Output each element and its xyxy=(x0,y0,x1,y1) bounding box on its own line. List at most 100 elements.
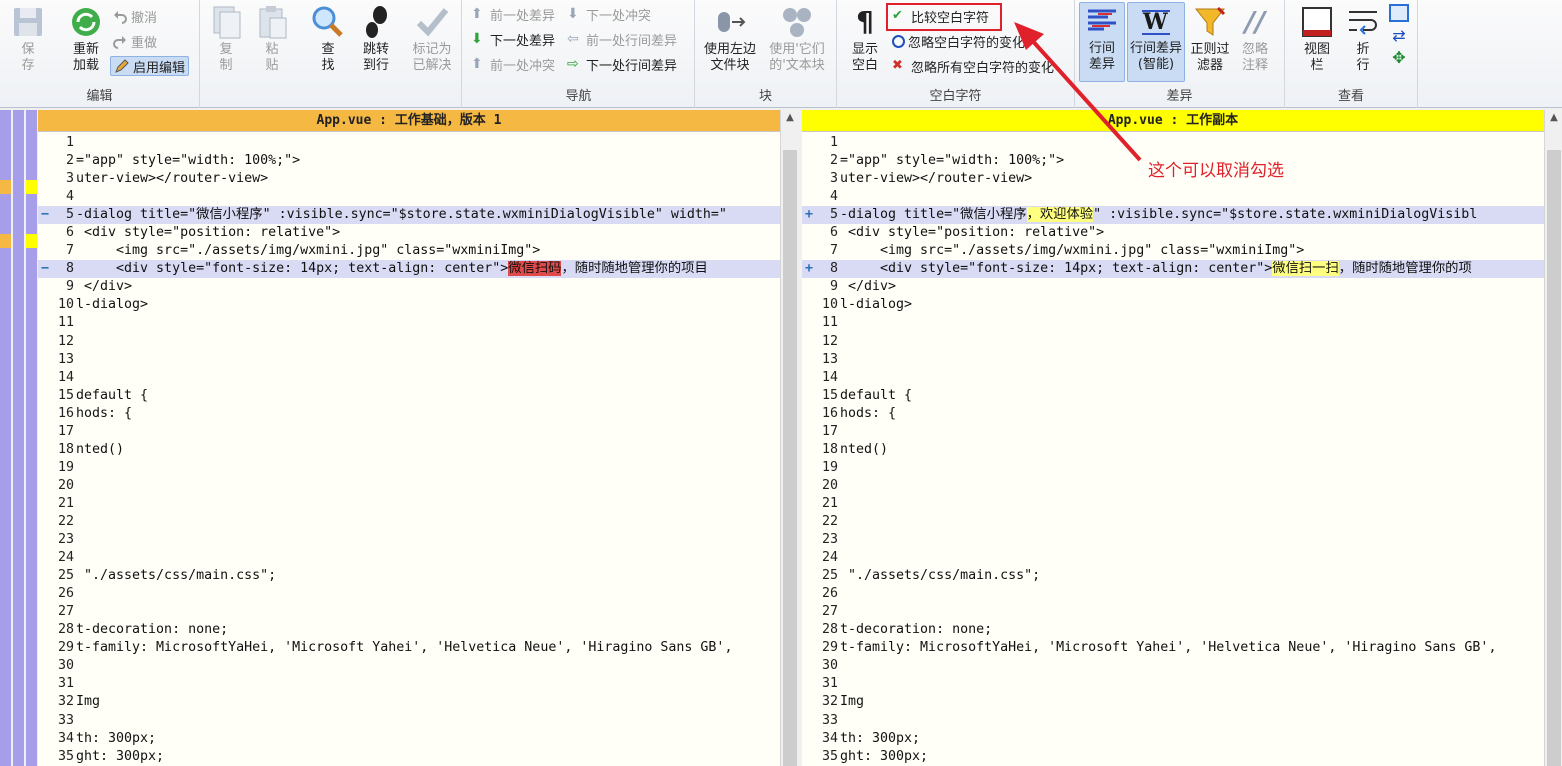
code-line[interactable]: −5 -dialog title="微信小程序" :visible.sync="$… xyxy=(38,206,780,225)
code-line[interactable]: +8 <div style="font-size: 14px; text-ali… xyxy=(802,260,1544,279)
code-line[interactable]: 25 "./assets/css/main.css"; xyxy=(802,567,1544,585)
swap-arrows-icon[interactable]: ⇄ xyxy=(1392,28,1405,44)
code-line[interactable]: 35 ght: 300px; xyxy=(802,748,1544,766)
location-pane-strips[interactable] xyxy=(0,110,38,766)
code-line[interactable]: 14 xyxy=(38,369,780,387)
right-code-area[interactable]: 1 2 ="app" style="width: 100%;"> 3 uter-view… xyxy=(802,134,1544,766)
code-line[interactable]: −8 <div style="font-size: 14px; text-ali… xyxy=(38,260,780,279)
code-line[interactable]: 22 xyxy=(802,513,1544,531)
code-line[interactable]: 16 hods: { xyxy=(38,405,780,423)
code-line[interactable]: 22 xyxy=(38,513,780,531)
view-bar-button[interactable]: 视图栏 xyxy=(1295,4,1339,74)
code-line[interactable]: 28 t-decoration: none; xyxy=(38,621,780,639)
scroll-up-icon[interactable]: ▲ xyxy=(1545,112,1562,123)
code-line[interactable]: 26 xyxy=(38,585,780,603)
code-line[interactable]: 20 xyxy=(38,477,780,495)
ignore-ws-change-option[interactable]: 忽略空白字符的变化 xyxy=(892,31,1025,51)
code-line[interactable]: 21 xyxy=(38,495,780,513)
left-code-area[interactable]: 1 2 ="app" style="width: 100%;"> 3 uter-view… xyxy=(38,134,780,766)
code-line[interactable]: 33 xyxy=(38,712,780,730)
reload-button[interactable]: 重新加载 xyxy=(64,4,108,74)
code-line[interactable]: 12 xyxy=(802,333,1544,351)
left-scrollbar[interactable]: ▲ xyxy=(780,110,798,766)
regex-filter-button[interactable]: 正则过滤器 xyxy=(1187,4,1233,74)
code-line[interactable]: 13 xyxy=(38,351,780,369)
code-line[interactable]: 25 "./assets/css/main.css"; xyxy=(38,567,780,585)
code-line[interactable]: 18 nted() xyxy=(38,441,780,459)
ignore-comments-button[interactable]: // 忽略注释 xyxy=(1235,4,1275,74)
code-line[interactable]: 30 xyxy=(802,657,1544,675)
code-line[interactable]: 30 xyxy=(38,657,780,675)
right-diff-pane[interactable]: App.vue : 工作副本 1 2 ="app" style="width: 10… xyxy=(802,110,1562,766)
code-line[interactable]: 28 t-decoration: none; xyxy=(802,621,1544,639)
code-line[interactable]: 33 xyxy=(802,712,1544,730)
next-conflict-button[interactable]: ⬇ 下一处冲突 xyxy=(567,4,651,24)
left-scroll-thumb[interactable] xyxy=(783,150,797,766)
code-line[interactable]: 1 xyxy=(38,134,780,152)
wrap-button[interactable]: 折行 xyxy=(1343,4,1383,74)
code-line[interactable]: 29 t-family: MicrosoftYaHei, 'Microsoft Y… xyxy=(802,639,1544,657)
code-line[interactable]: 32 Img xyxy=(38,693,780,711)
next-line-diff-button[interactable]: ⇨ 下一处行间差异 xyxy=(567,54,677,74)
code-line[interactable]: 12 xyxy=(38,333,780,351)
code-line[interactable]: 24 xyxy=(38,549,780,567)
code-line[interactable]: 10 l-dialog> xyxy=(38,296,780,314)
code-line[interactable]: 19 xyxy=(802,459,1544,477)
window-icon[interactable] xyxy=(1389,4,1409,22)
code-line[interactable]: 7 <img src="./assets/img/wxmini.jpg" cla… xyxy=(38,242,780,260)
enable-edit-button[interactable]: 启用编辑 xyxy=(110,56,190,76)
code-line[interactable]: 21 xyxy=(802,495,1544,513)
code-line[interactable]: 15 default { xyxy=(802,387,1544,405)
code-line[interactable]: 34 th: 300px; xyxy=(802,730,1544,748)
code-line[interactable]: 29 t-family: MicrosoftYaHei, 'Microsoft Y… xyxy=(38,639,780,657)
use-left-block-button[interactable]: 使用左边文件块 xyxy=(699,4,761,74)
code-line[interactable]: 32 Img xyxy=(802,693,1544,711)
code-line[interactable]: 6 <div style="position: relative"> xyxy=(802,224,1544,242)
code-line[interactable]: 1 xyxy=(802,134,1544,152)
code-line[interactable]: 27 xyxy=(38,603,780,621)
undo-button[interactable]: 撤消 xyxy=(112,6,157,26)
use-other-block-button[interactable]: 使用'它们的'文本块 xyxy=(763,4,831,74)
save-button[interactable]: 保存 xyxy=(8,4,48,74)
code-line[interactable]: 10 l-dialog> xyxy=(802,296,1544,314)
code-line[interactable]: 20 xyxy=(802,477,1544,495)
prev-line-diff-button[interactable]: ⇦ 前一处行间差异 xyxy=(567,29,677,49)
code-line[interactable]: 9 </div> xyxy=(38,278,780,296)
code-line[interactable]: 15 default { xyxy=(38,387,780,405)
code-line[interactable]: 11 xyxy=(38,314,780,332)
show-whitespace-button[interactable]: ¶ 显示空白 xyxy=(847,4,883,74)
code-line[interactable]: 23 xyxy=(38,531,780,549)
code-line[interactable]: 11 xyxy=(802,314,1544,332)
code-line[interactable]: +5 -dialog title="微信小程序，欢迎体验" :visible.sy… xyxy=(802,206,1544,225)
code-line[interactable]: 2 ="app" style="width: 100%;"> xyxy=(38,152,780,170)
code-line[interactable]: 31 xyxy=(38,675,780,693)
code-line[interactable]: 23 xyxy=(802,531,1544,549)
code-line[interactable]: 17 xyxy=(38,423,780,441)
prev-conflict-button[interactable]: ⬆ 前一处冲突 xyxy=(471,54,555,74)
next-diff-button[interactable]: ⬇ 下一处差异 xyxy=(471,29,555,49)
code-line[interactable]: 6 <div style="position: relative"> xyxy=(38,224,780,242)
scroll-up-icon[interactable]: ▲ xyxy=(781,112,798,123)
prev-diff-button[interactable]: ⬆ 前一处差异 xyxy=(471,4,555,24)
code-line[interactable]: 27 xyxy=(802,603,1544,621)
left-diff-pane[interactable]: App.vue : 工作基础，版本 1 1 2 ="app" style="widt… xyxy=(38,110,798,766)
code-line[interactable]: 7 <img src="./assets/img/wxmini.jpg" cla… xyxy=(802,242,1544,260)
code-line[interactable]: 16 hods: { xyxy=(802,405,1544,423)
line-diff-smart-button[interactable]: W 行间差异(智能) xyxy=(1127,2,1185,82)
ignore-all-ws-option[interactable]: ✖ 忽略所有空白字符的变化 xyxy=(892,56,1054,76)
code-line[interactable]: 24 xyxy=(802,549,1544,567)
right-scroll-thumb[interactable] xyxy=(1547,150,1561,766)
code-line[interactable]: 17 xyxy=(802,423,1544,441)
code-line[interactable]: 3 uter-view></router-view> xyxy=(38,170,780,188)
code-line[interactable]: 4 xyxy=(802,188,1544,206)
code-line[interactable]: 18 nted() xyxy=(802,441,1544,459)
line-diff-button[interactable]: 行间差异 xyxy=(1079,2,1125,82)
code-line[interactable]: 35 ght: 300px; xyxy=(38,748,780,766)
code-line[interactable]: 34 th: 300px; xyxy=(38,730,780,748)
code-line[interactable]: 4 xyxy=(38,188,780,206)
right-scrollbar[interactable]: ▲ xyxy=(1544,110,1562,766)
code-line[interactable]: 19 xyxy=(38,459,780,477)
redo-button[interactable]: 重做 xyxy=(112,31,157,51)
code-line[interactable]: 31 xyxy=(802,675,1544,693)
code-line[interactable]: 9 </div> xyxy=(802,278,1544,296)
